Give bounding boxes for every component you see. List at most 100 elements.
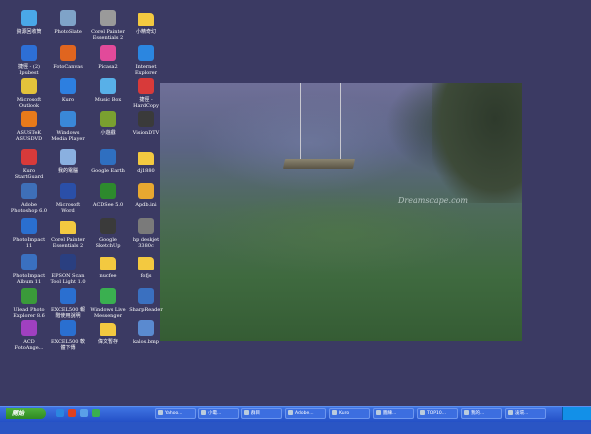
acd-icon xyxy=(21,320,37,336)
desktop-icon-label: hp deskjet 3380c xyxy=(132,237,160,249)
ie-icon xyxy=(138,45,154,61)
taskbar-task-label: 小電... xyxy=(208,411,222,416)
desktop-icon-kuro-startguard[interactable]: Kuro StartGuard xyxy=(9,149,49,180)
desktop-icon-google-earth[interactable]: Google Earth xyxy=(88,149,128,174)
desktop-icon-label: ACD FotoAnge... xyxy=(14,339,44,351)
photoimpact-icon xyxy=(21,218,37,234)
desktop-icon-dj1880[interactable]: dj1880 xyxy=(126,149,166,174)
desktop-icon-asustek-dvd[interactable]: ASUSTeK ASUSDVD xyxy=(9,111,49,142)
taskbar-task[interactable]: 小電... xyxy=(198,408,239,419)
taskbar-task[interactable]: TOP10... xyxy=(417,408,458,419)
outlook-icon xyxy=(21,78,37,94)
taskbar-task[interactable]: 群目 xyxy=(241,408,282,419)
desktop-icon-eeecx1[interactable]: EXCEL500 報 階使用說明 xyxy=(48,288,88,319)
excel-doc-icon xyxy=(60,320,76,336)
desktop-icon-fofjs[interactable]: fofjs xyxy=(126,254,166,279)
sketchup-icon xyxy=(100,218,116,234)
desktop-icon-label: EXCEL500 軟 體下傳 xyxy=(50,339,86,351)
desktop-icon-xiaoyouxi[interactable]: 小遊戲 xyxy=(88,111,128,136)
desktop-icon-recycle-bin[interactable]: 資源回收筒 xyxy=(9,10,49,35)
swing-seat xyxy=(282,159,356,169)
messenger-icon xyxy=(201,410,206,415)
desktop-icon-corel-essentials2-folder[interactable]: Corel Painter Essentials 2 xyxy=(48,218,88,249)
desktop: Dreamscape.com 資源回收筒 PhotoSlate Corel Pain… xyxy=(0,0,591,406)
ie-quicklaunch-icon[interactable] xyxy=(56,409,64,417)
desktop-icon-sharpreader[interactable]: SharpReader xyxy=(126,288,166,313)
system-tray[interactable] xyxy=(562,407,591,420)
folder-icon xyxy=(138,257,154,270)
ini-file-icon xyxy=(138,183,154,199)
desktop-icon-acdsee[interactable]: ACDSee 5.0 xyxy=(88,183,128,208)
desktop-icon-label: PhotoSlate xyxy=(54,29,82,35)
messenger-icon xyxy=(100,288,116,304)
game-icon xyxy=(100,111,116,127)
folder-icon xyxy=(138,13,154,26)
photoshop-icon xyxy=(21,183,37,199)
corel-icon xyxy=(100,10,116,26)
desktop-icon-internet-explorer[interactable]: Internet Explorer xyxy=(126,45,166,76)
desktop-icon-google-sketchup[interactable]: Google SketchUp xyxy=(88,218,128,249)
desktop-icon-acd-fotoangelo[interactable]: ACD FotoAnge... xyxy=(9,320,49,351)
taskbar-task[interactable]: Adobe... xyxy=(285,408,326,419)
desktop-icon-visiondtv[interactable]: VisionDTV xyxy=(126,111,166,136)
desktop-icon-label: dj1880 xyxy=(137,168,155,174)
desktop-icon-shortcut-ipubest[interactable]: 捷徑 - (2) Ipubest xyxy=(9,45,49,76)
taskbar-task[interactable]: Yahoo... xyxy=(155,408,196,419)
desktop-icon-epson-tool[interactable]: EPSON Scan Tool Light 1.0 xyxy=(48,254,88,285)
desktop-icon-photoimpact11[interactable]: PhotoImpact 11 xyxy=(9,218,49,249)
desktop-icon-weiwen-folder[interactable]: 偉文暫存 xyxy=(88,320,128,345)
media-quicklaunch-icon[interactable] xyxy=(68,409,76,417)
desktop-quicklaunch-icon[interactable] xyxy=(80,409,88,417)
taskbar-task-label: 群目 xyxy=(251,411,260,416)
desktop-icon-label: 資源回收筒 xyxy=(16,29,42,35)
desktop-icon-eeecx2[interactable]: EXCEL500 軟 體下傳 xyxy=(48,320,88,351)
picasa-icon xyxy=(100,45,116,61)
start-label: 開始 xyxy=(12,410,25,417)
desktop-icon-kalos-bmp[interactable]: kalos.bmp xyxy=(126,320,166,345)
taskbar-task[interactable]: 凌環... xyxy=(505,408,546,419)
taskbar-task[interactable]: Kuro xyxy=(329,408,370,419)
desktop-icon-media-player[interactable]: Windows Media Player xyxy=(48,111,88,142)
messenger-quicklaunch-icon[interactable] xyxy=(92,409,100,417)
desktop-icon-live-messenger[interactable]: Windows Live Messenger xyxy=(88,288,128,319)
fotocanvas-icon xyxy=(60,45,76,61)
desktop-icon-label: Windows Media Player xyxy=(51,130,85,142)
taskbar-task-label: Adobe... xyxy=(295,411,314,416)
desktop-icon-label: 捷徑 - (2) Ipubest xyxy=(18,64,40,76)
dvd-icon xyxy=(21,111,37,127)
excel-doc-icon xyxy=(60,288,76,304)
desktop-icon-ulead-explorer[interactable]: Ulead Photo Explorer 8.6 xyxy=(9,288,49,319)
taskbar-task-label: TOP10... xyxy=(427,411,447,416)
desktop-icon-photoimpact-album[interactable]: PhotoImpact Album 11 xyxy=(9,254,49,285)
desktop-icon-hp-deskjet[interactable]: hp deskjet 3380c xyxy=(126,218,166,249)
desktop-icon-fotocanvas[interactable]: FotoCanvas xyxy=(48,45,88,70)
desktop-icon-photoslate[interactable]: PhotoSlate xyxy=(48,10,88,35)
desktop-icon-kuro[interactable]: Kuro xyxy=(48,78,88,103)
desktop-icon-picasa2[interactable]: Picasa2 xyxy=(88,45,128,70)
desktop-icon-nucfee[interactable]: nucfee xyxy=(88,254,128,279)
taskbar-task-label: Yahoo... xyxy=(165,411,183,416)
desktop-icon-word[interactable]: Microsoft Word xyxy=(48,183,88,214)
desktop-icon-corel-essentials2[interactable]: Corel Painter Essentials 2 xyxy=(88,10,128,41)
desktop-icon-label: FotoCanvas xyxy=(53,64,83,70)
desktop-icon-xiaojin-folder[interactable]: 小精奇幻 xyxy=(126,10,166,35)
desktop-icon-photoshop[interactable]: Adobe Photoshop 6.0 xyxy=(9,183,49,214)
desktop-icon-apdb-ini[interactable]: Apdb.ini xyxy=(126,183,166,208)
window-icon xyxy=(508,410,513,415)
hardcopy-icon xyxy=(138,78,154,94)
desktop-icon-label: 小遊戲 xyxy=(100,130,116,136)
desktop-icon-my-computer[interactable]: 我的電腦 xyxy=(48,149,88,174)
desktop-icon-label: Google SketchUp xyxy=(95,237,121,249)
image-icon xyxy=(376,410,381,415)
desktop-icon-music-box[interactable]: Music Box xyxy=(88,78,128,103)
desktop-icon-hardcopy[interactable]: 捷徑 - HardCopy xyxy=(126,78,166,109)
desktop-icon-label: Music Box xyxy=(94,97,122,103)
desktop-icon-label: Google Earth xyxy=(91,168,125,174)
start-button[interactable]: 開始 xyxy=(6,408,46,419)
desktop-icon-label: SharpReader xyxy=(129,307,163,313)
desktop-icon-outlook[interactable]: Microsoft Outlook xyxy=(9,78,49,109)
taskbar-task[interactable]: 圖練... xyxy=(373,408,414,419)
desktop-icon-label: Windows Live Messenger xyxy=(90,307,126,319)
taskbar-task[interactable]: 我的... xyxy=(461,408,502,419)
taskbar-task-label: 我的... xyxy=(471,411,485,416)
